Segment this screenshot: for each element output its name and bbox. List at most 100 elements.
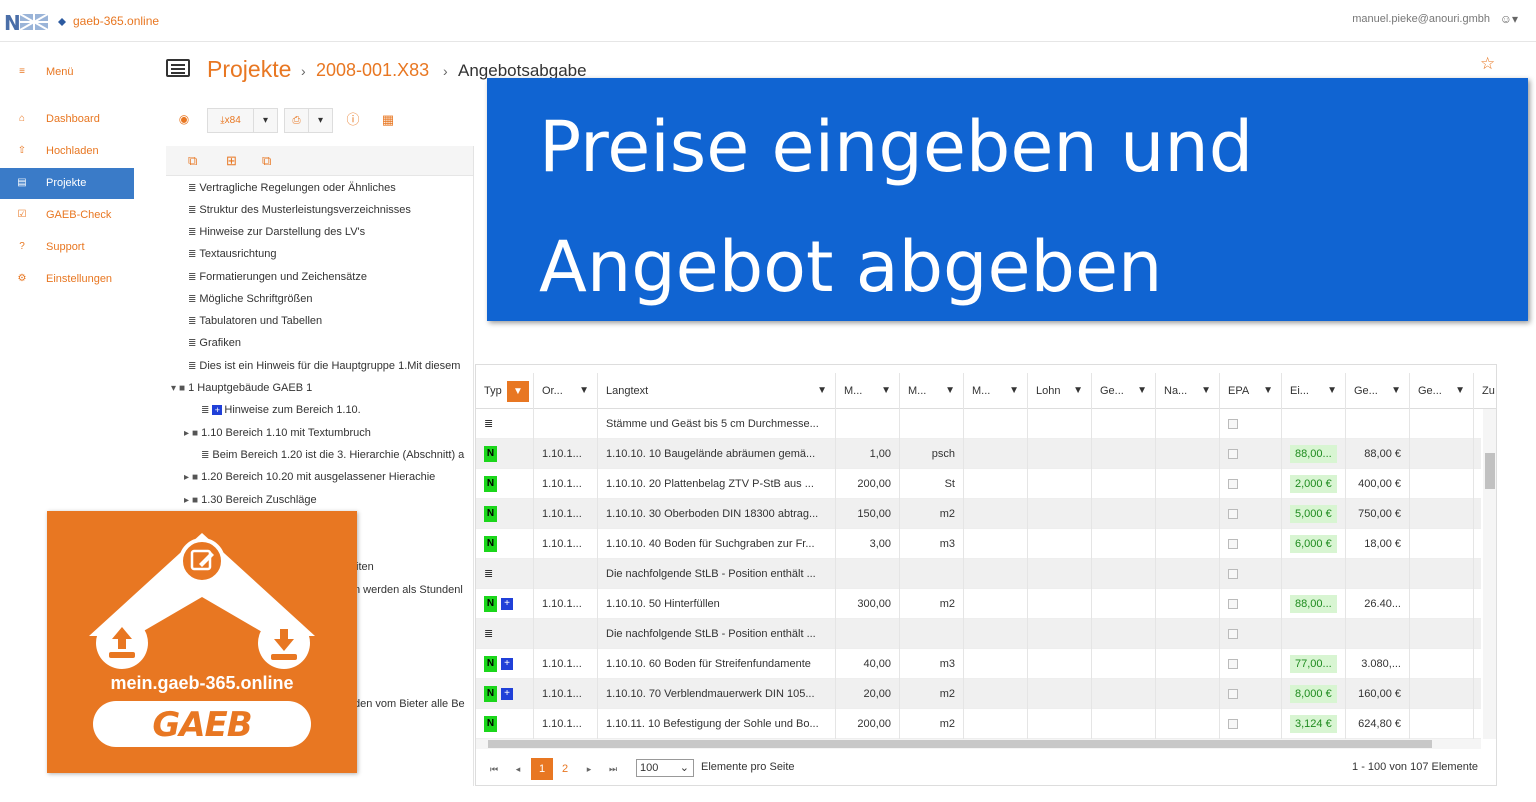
- table-row[interactable]: N 1.10.1... 1.10.10. 20 Plattenbelag ZTV P…: [476, 469, 1491, 499]
- epa-checkbox[interactable]: [1228, 419, 1238, 430]
- tree-node[interactable]: ▾ ■ 1 Hauptgebäude GAEB 1: [171, 378, 312, 398]
- table-row[interactable]: N 1.10.1... 1.10.10. 10 Baugelände abräume…: [476, 439, 1491, 469]
- sidebar-item-gaeb-check[interactable]: ☑ GAEB-Check: [0, 200, 134, 231]
- column-header-ordnungszahl[interactable]: Or... ▼: [534, 373, 598, 409]
- column-header-einheit[interactable]: M... ▼: [900, 373, 964, 409]
- add-node-icon[interactable]: ⊞: [226, 153, 237, 169]
- app-logo[interactable]: N: [4, 8, 68, 36]
- filter-icon[interactable]: ▼: [1073, 373, 1083, 409]
- epa-checkbox[interactable]: [1228, 629, 1238, 640]
- collapse-caret-icon[interactable]: ▾: [171, 379, 176, 399]
- epa-checkbox[interactable]: [1228, 659, 1238, 670]
- cell-einheitspreis[interactable]: 88,00...: [1282, 439, 1346, 469]
- table-row[interactable]: N 1.10.1... 1.10.10. 30 Oberboden DIN 1830…: [476, 499, 1491, 529]
- tree-node[interactable]: ≣ + Hinweise zum Bereich 1.10.: [201, 400, 361, 420]
- cell-einheitspreis[interactable]: 6,000 €: [1282, 529, 1346, 559]
- price-input[interactable]: 8,000 €: [1290, 685, 1337, 703]
- favorite-star-icon[interactable]: ☆: [1480, 54, 1495, 74]
- tree-node[interactable]: ▸ ■ 1.30 Bereich Zuschläge: [184, 490, 317, 510]
- tree-node[interactable]: ≣ Grafiken: [188, 333, 241, 353]
- brand-name[interactable]: gaeb-365.online: [73, 14, 159, 28]
- scroll-thumb[interactable]: [488, 740, 1432, 748]
- table-row[interactable]: N +1.10.1... 1.10.10. 50 Hinterfüllen 300,0…: [476, 589, 1491, 619]
- column-header-lohn[interactable]: Lohn ▼: [1028, 373, 1092, 409]
- cell-einheitspreis[interactable]: 5,000 €: [1282, 499, 1346, 529]
- cell-einheitspreis[interactable]: 88,00...: [1282, 589, 1346, 619]
- table-row[interactable]: ≣ Die nachfolgende StLB - Position enthäl…: [476, 619, 1491, 649]
- price-input[interactable]: 3,124 €: [1290, 715, 1337, 733]
- cell-einheitspreis[interactable]: 8,000 €: [1282, 679, 1346, 709]
- filter-icon[interactable]: ▼: [881, 373, 891, 409]
- tree-node[interactable]: ≣ Hinweise zur Darstellung des LV's: [188, 222, 365, 242]
- collapse-all-icon[interactable]: ⧉: [188, 153, 197, 169]
- filter-icon[interactable]: ▼: [1391, 373, 1401, 409]
- column-header-zu[interactable]: Zu: [1474, 373, 1496, 409]
- horizontal-scrollbar[interactable]: [476, 739, 1481, 749]
- table-row[interactable]: N +1.10.1... 1.10.10. 70 Verblendmauerwerk…: [476, 679, 1491, 709]
- sidebar-item-projects[interactable]: ▤ Projekte: [0, 168, 134, 199]
- page-2-button[interactable]: 2: [557, 758, 573, 780]
- table-row[interactable]: N 1.10.1... 1.10.10. 40 Boden für Suchgrab…: [476, 529, 1491, 559]
- cell-einheitspreis[interactable]: [1282, 559, 1346, 589]
- pdf-dropdown-caret[interactable]: ▾: [308, 108, 333, 133]
- price-input[interactable]: 88,00...: [1290, 445, 1337, 463]
- column-header-typ[interactable]: Typ ▼: [476, 373, 534, 409]
- column-header-epa[interactable]: EPA ▼: [1220, 373, 1282, 409]
- filter-icon[interactable]: ▼: [1263, 373, 1273, 409]
- epa-checkbox[interactable]: [1228, 599, 1238, 610]
- epa-checkbox[interactable]: [1228, 569, 1238, 580]
- sidebar-item-support[interactable]: ? Support: [0, 232, 134, 263]
- user-menu-icon[interactable]: ☺▾: [1500, 12, 1518, 26]
- sidebar-item-dashboard[interactable]: ⌂ Dashboard: [0, 104, 134, 135]
- page-1-button[interactable]: 1: [531, 758, 553, 780]
- expand-caret-icon[interactable]: ▸: [184, 491, 189, 511]
- filter-icon[interactable]: ▼: [1327, 373, 1337, 409]
- filter-icon[interactable]: ▼: [945, 373, 955, 409]
- tree-node[interactable]: ≣ Vertragliche Regelungen oder Ähnliches: [188, 178, 396, 198]
- expand-caret-icon[interactable]: ▸: [184, 468, 189, 488]
- epa-checkbox[interactable]: [1228, 539, 1238, 550]
- filter-icon[interactable]: ▼: [1201, 373, 1211, 409]
- tree-node[interactable]: ≣ Beim Bereich 1.20 ist die 3. Hierarchie…: [201, 445, 464, 465]
- breadcrumb-project[interactable]: 2008-001.X83: [316, 60, 429, 81]
- first-page-icon[interactable]: ⏮: [486, 758, 502, 780]
- epa-checkbox[interactable]: [1228, 449, 1238, 460]
- tree-node[interactable]: den vom Bieter alle Be: [354, 694, 465, 714]
- expand-caret-icon[interactable]: ▸: [184, 424, 189, 444]
- pdf-icon[interactable]: ⎙: [284, 108, 309, 133]
- cell-einheitspreis[interactable]: [1282, 409, 1346, 439]
- price-input[interactable]: 88,00...: [1290, 595, 1337, 613]
- epa-checkbox[interactable]: [1228, 509, 1238, 520]
- sidebar-item-settings[interactable]: ⚙ Einstellungen: [0, 264, 134, 295]
- epa-checkbox[interactable]: [1228, 689, 1238, 700]
- tree-node[interactable]: ▸ ■ 1.10 Bereich 1.10 mit Textumbruch: [184, 423, 371, 443]
- user-email[interactable]: manuel.pieke@anouri.gmbh: [1352, 13, 1490, 25]
- table-row[interactable]: ≣ Die nachfolgende StLB - Position enthäl…: [476, 559, 1491, 589]
- epa-checkbox[interactable]: [1228, 479, 1238, 490]
- filter-icon[interactable]: ▼: [579, 373, 589, 409]
- cell-einheitspreis[interactable]: 77,00...: [1282, 649, 1346, 679]
- cell-einheitspreis[interactable]: 2,000 €: [1282, 469, 1346, 499]
- export-dropdown-caret[interactable]: ▾: [253, 108, 278, 133]
- filter-icon[interactable]: ▼: [817, 373, 827, 409]
- column-header-gesamtpreis[interactable]: Ge... ▼: [1346, 373, 1410, 409]
- column-header-ge1[interactable]: Ge... ▼: [1092, 373, 1156, 409]
- breadcrumb-projects[interactable]: Projekte: [207, 56, 291, 83]
- price-input[interactable]: 5,000 €: [1290, 505, 1337, 523]
- scroll-thumb[interactable]: [1485, 453, 1495, 489]
- table-row[interactable]: ≣ Stämme und Geäst bis 5 cm Durchmesse...: [476, 409, 1491, 439]
- column-header-ge3[interactable]: Ge... ▼: [1410, 373, 1474, 409]
- tree-node[interactable]: ≣ Dies ist ein Hinweis für die Hauptgrupp…: [188, 356, 460, 376]
- page-size-select[interactable]: 100 ⌄: [636, 759, 694, 777]
- column-header-menge[interactable]: M... ▼: [836, 373, 900, 409]
- table-row[interactable]: N 1.10.1... 1.10.11. 10 Befestigung der So…: [476, 709, 1491, 739]
- last-page-icon[interactable]: ⏭: [605, 758, 621, 780]
- filter-icon[interactable]: ▼: [1455, 373, 1465, 409]
- next-page-icon[interactable]: ▸: [581, 758, 597, 780]
- tree-node[interactable]: ≣ Tabulatoren und Tabellen: [188, 311, 322, 331]
- tree-node[interactable]: ▸ ■ 1.20 Bereich 10.20 mit ausgelassener H…: [184, 467, 435, 487]
- epa-checkbox[interactable]: [1228, 719, 1238, 730]
- column-header-langtext[interactable]: Langtext ▼: [598, 373, 836, 409]
- export-x84-button[interactable]: ⤓x84: [207, 108, 254, 133]
- filter-active-icon[interactable]: ▼: [507, 381, 529, 402]
